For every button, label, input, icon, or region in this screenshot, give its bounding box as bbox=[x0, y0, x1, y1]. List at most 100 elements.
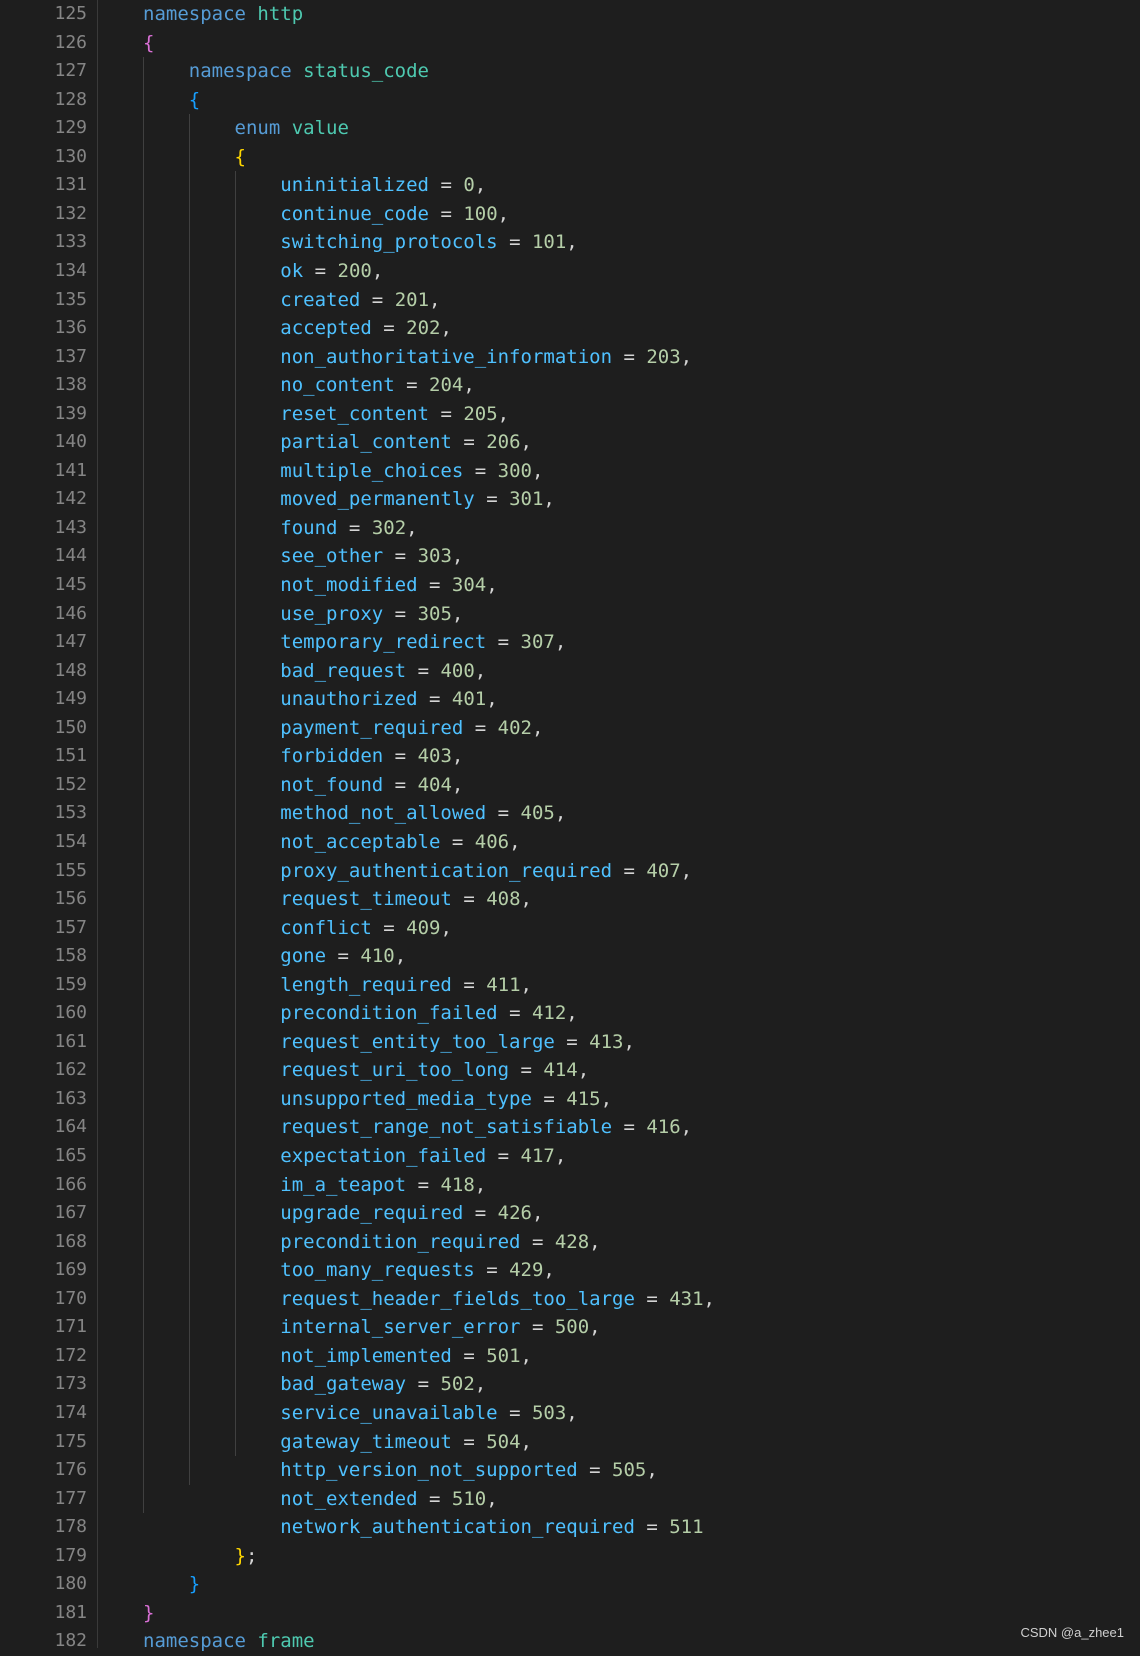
code-line: 182 namespace frame bbox=[0, 1627, 1140, 1656]
code-token: , bbox=[531, 459, 544, 482]
code-token: , bbox=[474, 1373, 487, 1396]
code-token: 413 bbox=[589, 1030, 624, 1053]
code-text: forbidden = 403, bbox=[143, 742, 463, 771]
line-number: 159 bbox=[54, 973, 87, 995]
code-token: namespace bbox=[188, 60, 292, 83]
line-number: 133 bbox=[54, 231, 87, 253]
code-text: request_uri_too_long = 414, bbox=[143, 1056, 589, 1085]
line-number: 132 bbox=[54, 202, 87, 224]
code-text: multiple_choices = 300, bbox=[143, 457, 543, 486]
code-text: unsupported_media_type = 415, bbox=[143, 1085, 612, 1114]
code-token: partial_content bbox=[280, 431, 452, 454]
code-token: too_many_requests bbox=[280, 1259, 475, 1282]
code-token: , bbox=[486, 1487, 498, 1510]
code-token: , bbox=[554, 802, 567, 825]
line-number: 166 bbox=[54, 1173, 87, 1195]
line-number: 152 bbox=[54, 773, 87, 795]
code-line: 131 uninitialized = 0, bbox=[0, 171, 1140, 200]
code-text: request_range_not_satisfiable = 416, bbox=[143, 1113, 692, 1142]
code-token: value bbox=[291, 117, 349, 140]
code-text: reset_content = 205, bbox=[143, 400, 509, 429]
code-token: enum bbox=[234, 117, 281, 140]
code-line: 169 too_many_requests = 429, bbox=[0, 1256, 1140, 1285]
code-token: bad_request bbox=[280, 659, 407, 682]
line-number: 182 bbox=[54, 1630, 87, 1652]
code-token: 409 bbox=[406, 916, 441, 939]
code-token: , bbox=[486, 688, 498, 711]
code-token: = bbox=[451, 431, 487, 454]
code-text: not_extended = 510, bbox=[143, 1485, 498, 1514]
code-text: found = 302, bbox=[143, 514, 417, 543]
code-token: , bbox=[589, 1230, 601, 1253]
code-token: use_proxy bbox=[280, 602, 384, 625]
code-token: no_content bbox=[280, 374, 395, 397]
code-text: { bbox=[143, 29, 154, 58]
line-number: 180 bbox=[54, 1573, 87, 1595]
code-token: multiple_choices bbox=[280, 459, 464, 482]
code-text: namespace http bbox=[143, 0, 303, 29]
code-token: 505 bbox=[612, 1459, 647, 1482]
code-token: 201 bbox=[394, 288, 430, 311]
code-editor[interactable]: 125 namespace http 126 {127 namespace statu… bbox=[0, 0, 1140, 1652]
code-line: 145 not_modified = 304, bbox=[0, 571, 1140, 600]
code-text: non_authoritative_information = 203, bbox=[143, 343, 692, 372]
code-text: temporary_redirect = 307, bbox=[143, 628, 566, 657]
line-number: 147 bbox=[54, 631, 87, 653]
code-text: im_a_teapot = 418, bbox=[143, 1171, 486, 1200]
code-text: ok = 200, bbox=[143, 257, 383, 286]
code-token: = bbox=[429, 202, 464, 225]
code-text: namespace status_code bbox=[143, 57, 429, 86]
code-line: 150 payment_required = 402, bbox=[0, 714, 1140, 743]
code-text: { bbox=[143, 86, 200, 115]
code-token: = bbox=[612, 345, 647, 368]
code-token: , bbox=[474, 1173, 487, 1196]
code-text: method_not_allowed = 405, bbox=[143, 799, 566, 828]
line-number: 125 bbox=[54, 3, 87, 24]
code-token: = bbox=[474, 1259, 510, 1282]
code-token: 408 bbox=[486, 888, 521, 911]
code-token: 301 bbox=[509, 488, 544, 511]
code-line: 173 bad_gateway = 502, bbox=[0, 1370, 1140, 1399]
line-number: 145 bbox=[54, 574, 87, 595]
code-token: namespace bbox=[143, 1630, 246, 1653]
code-token: im_a_teapot bbox=[280, 1173, 407, 1196]
code-token: 305 bbox=[417, 602, 452, 625]
code-token: = bbox=[371, 317, 407, 340]
code-token: = bbox=[303, 259, 338, 282]
code-line: 142 moved_permanently = 301, bbox=[0, 485, 1140, 514]
code-token: , bbox=[486, 574, 498, 596]
code-token: request_timeout bbox=[280, 888, 452, 911]
line-number: 171 bbox=[54, 1316, 87, 1338]
code-text: precondition_failed = 412, bbox=[143, 999, 577, 1028]
code-line: 156 request_timeout = 408, bbox=[0, 885, 1140, 914]
code-token: not_found bbox=[280, 773, 384, 796]
code-token: = bbox=[520, 1316, 555, 1339]
code-token: 206 bbox=[486, 431, 521, 454]
code-token: = bbox=[486, 1145, 521, 1167]
code-token: 503 bbox=[531, 1401, 567, 1424]
line-number: 177 bbox=[54, 1487, 87, 1509]
code-token: = bbox=[486, 631, 521, 654]
code-line: 141 multiple_choices = 300, bbox=[0, 457, 1140, 486]
code-token: 402 bbox=[497, 716, 532, 739]
code-line: 152 not_found = 404, bbox=[0, 771, 1140, 800]
code-token: = bbox=[451, 973, 487, 996]
code-text: no_content = 204, bbox=[143, 371, 475, 400]
code-token: , bbox=[566, 231, 578, 254]
code-token: = bbox=[554, 1030, 590, 1053]
code-token: 100 bbox=[463, 202, 498, 225]
code-token: length_required bbox=[280, 973, 452, 996]
